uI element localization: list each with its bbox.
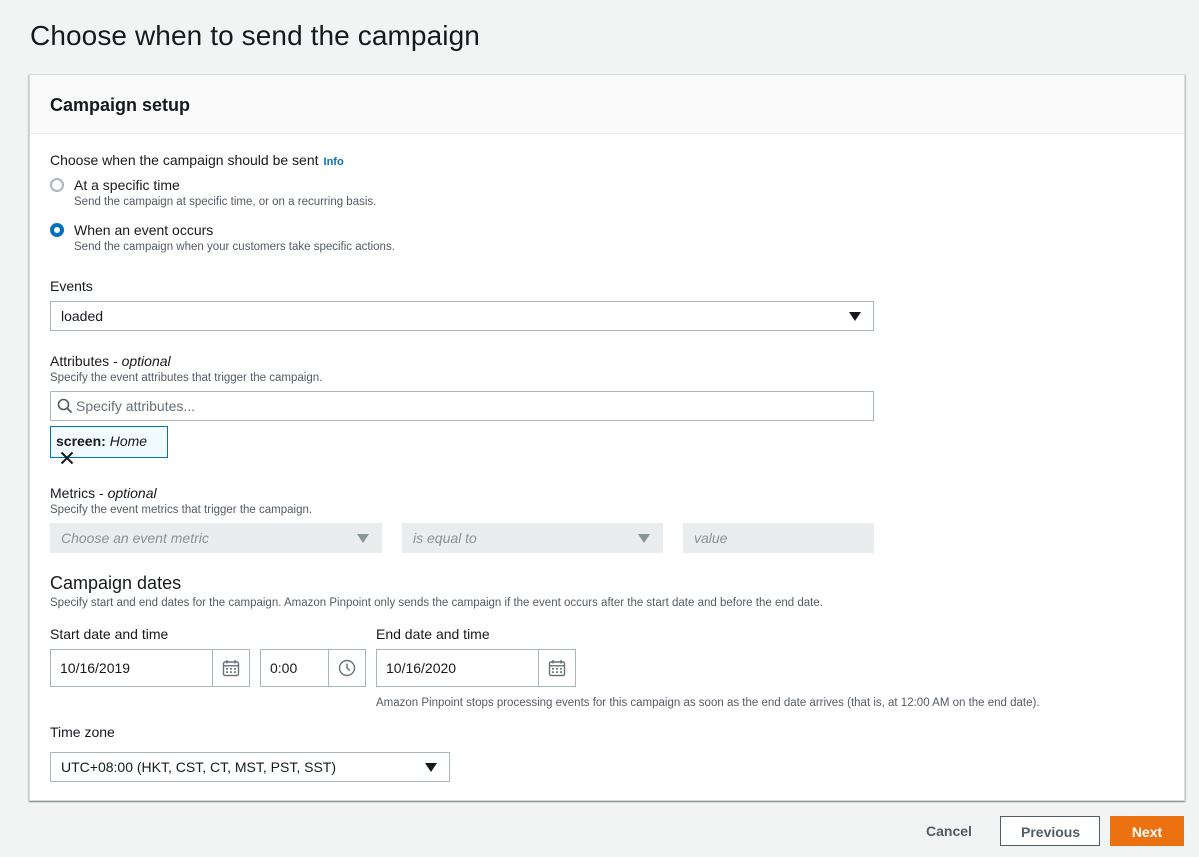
end-date-note: Amazon Pinpoint stops processing events … (376, 697, 1040, 709)
radio-specific-time-description: Send the campaign at specific time, or o… (74, 196, 377, 208)
start-date-value: 10/16/2019 (60, 660, 131, 676)
attributes-description: Specify the event attributes that trigge… (50, 372, 323, 384)
clock-icon[interactable] (328, 650, 365, 686)
campaign-dates-description: Specify start and end dates for the camp… (50, 597, 823, 609)
radio-specific-time-label[interactable]: At a specific time (74, 177, 180, 193)
radio-event-occurs[interactable] (50, 223, 64, 237)
send-choice-label-row: Choose when the campaign should be sent I… (50, 152, 344, 168)
operator-select: is equal to (402, 523, 663, 553)
calendar-icon[interactable] (538, 650, 575, 686)
caret-down-icon (425, 763, 437, 772)
start-time-input[interactable]: 0:00 (260, 649, 366, 687)
timezone-select-value: UTC+08:00 (HKT, CST, CT, MST, PST, SST) (61, 759, 337, 775)
caret-down-icon (357, 534, 369, 543)
previous-button[interactable]: Previous (1000, 816, 1100, 846)
start-time-value: 0:00 (270, 660, 298, 676)
attribute-token: screen: Home (50, 426, 168, 465)
metric-value-placeholder: value (694, 530, 728, 546)
events-label: Events (50, 278, 93, 294)
metrics-label-row: Metrics - optional (50, 485, 157, 501)
attribute-token-key: screen: (56, 433, 106, 449)
metrics-description: Specify the event metrics that trigger t… (50, 504, 313, 516)
metric-select: Choose an event metric (50, 523, 382, 553)
operator-select-placeholder: is equal to (413, 530, 477, 546)
radio-specific-time[interactable] (50, 178, 64, 192)
attributes-label-row: Attributes - optional (50, 353, 171, 369)
events-select[interactable]: loaded (50, 301, 874, 331)
page-title: Choose when to send the campaign (30, 20, 480, 51)
metrics-label: Metrics (50, 485, 96, 501)
attributes-search-input[interactable]: Specify attributes... (50, 391, 874, 421)
metric-value-input: value (683, 523, 874, 553)
info-link[interactable]: Info (324, 156, 344, 168)
start-date-input[interactable]: 10/16/2019 (50, 649, 250, 687)
attributes-optional: optional (121, 353, 171, 369)
send-choice-label: Choose when the campaign should be sent (50, 152, 319, 168)
calendar-icon[interactable] (212, 650, 249, 686)
end-date-input[interactable]: 10/16/2020 (376, 649, 576, 687)
metrics-optional: optional (107, 485, 157, 501)
attributes-search-placeholder: Specify attributes... (76, 398, 196, 414)
end-date-label: End date and time (376, 626, 490, 642)
attribute-token-value: Home (109, 433, 148, 449)
next-button[interactable]: Next (1110, 816, 1184, 846)
caret-down-icon (638, 534, 650, 543)
metric-select-placeholder: Choose an event metric (61, 530, 209, 546)
campaign-dates-heading: Campaign dates (50, 573, 182, 593)
timezone-label: Time zone (50, 724, 115, 740)
panel-title: Campaign setup (50, 95, 191, 115)
attributes-label: Attributes (50, 353, 110, 369)
events-select-value: loaded (61, 308, 104, 324)
campaign-setup-panel: Campaign setup Choose when the campaign … (29, 74, 1185, 801)
search-icon (57, 398, 73, 417)
timezone-select[interactable]: UTC+08:00 (HKT, CST, CT, MST, PST, SST) (50, 752, 450, 782)
panel-header: Campaign setup (30, 75, 1184, 134)
close-icon[interactable] (60, 451, 74, 468)
end-date-value: 10/16/2020 (386, 660, 457, 676)
caret-down-icon (849, 312, 861, 321)
cancel-button[interactable]: Cancel (906, 816, 988, 846)
start-date-label: Start date and time (50, 626, 169, 642)
radio-event-occurs-description: Send the campaign when your customers ta… (74, 241, 395, 253)
radio-event-occurs-label[interactable]: When an event occurs (74, 222, 213, 238)
